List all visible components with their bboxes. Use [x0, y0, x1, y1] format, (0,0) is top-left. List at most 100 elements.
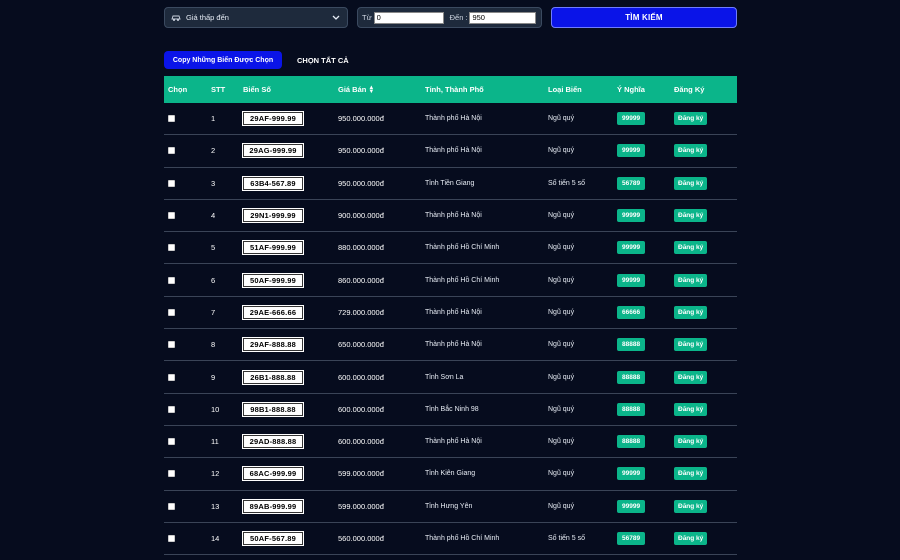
license-plate: 63B4-567.89 — [242, 175, 304, 191]
row-stt: 7 — [211, 307, 216, 317]
register-button[interactable]: Đăng ký — [674, 241, 708, 255]
row-checkbox[interactable] — [168, 244, 175, 252]
meaning-badge: 88888 — [617, 338, 646, 352]
row-type: Ngũ quý — [548, 244, 575, 252]
table-row: 7 29AE-666.66 729.000.000đ Thành phố Hà Nội… — [164, 297, 737, 330]
register-button[interactable]: Đăng ký — [674, 338, 708, 352]
row-select-cell — [164, 502, 211, 510]
register-button[interactable]: Đăng ký — [674, 435, 708, 449]
license-plate: 98B1-888.88 — [242, 401, 304, 417]
row-price: 860.000.000đ — [338, 275, 384, 285]
row-checkbox[interactable] — [168, 535, 175, 542]
license-plate: 29AE-666.66 — [242, 304, 304, 320]
register-button[interactable]: Đăng ký — [674, 305, 708, 319]
row-select-cell — [164, 535, 211, 542]
row-select-cell — [164, 373, 211, 381]
license-plate: 51AF-999.99 — [242, 240, 304, 256]
license-plate: 50AF-567.89 — [242, 531, 304, 546]
row-type: Ngũ quý — [548, 212, 575, 220]
header-register: Đăng Ký — [674, 85, 705, 94]
header-price[interactable]: Giá Bán ▲ ▼ — [338, 85, 425, 95]
register-button[interactable]: Đăng ký — [674, 467, 708, 481]
meaning-badge: 99999 — [617, 112, 646, 126]
table-header: Chọn STT Biển Số Giá Bán ▲ ▼ Tỉnh, Thành P… — [164, 76, 737, 103]
row-checkbox[interactable] — [168, 147, 175, 155]
row-plate-cell: 26B1-888.88 — [242, 369, 338, 385]
row-city: Tỉnh Tiền Giang — [425, 179, 475, 187]
row-plate-cell: 29AG-999.99 — [242, 143, 338, 159]
sort-select[interactable]: Giá thấp đến — [164, 7, 348, 28]
row-plate-cell: 29AE-666.66 — [242, 304, 338, 320]
row-price: 950.000.000đ — [338, 178, 384, 188]
row-select-cell — [164, 276, 211, 284]
license-plate: 50AF-999.99 — [242, 272, 304, 288]
row-checkbox[interactable] — [168, 438, 175, 446]
license-plate: 89AB-999.99 — [242, 498, 304, 514]
row-stt: 2 — [211, 146, 216, 156]
register-button[interactable]: Đăng ký — [674, 209, 708, 223]
row-register-cell: Đăng ký — [674, 112, 737, 126]
meaning-badge: 56789 — [617, 532, 646, 545]
register-button[interactable]: Đăng ký — [674, 273, 708, 287]
table-row: 12 68AC-999.99 599.000.000đ Tỉnh Kiên Giang… — [164, 458, 737, 491]
row-checkbox[interactable] — [168, 502, 175, 510]
table-row: 8 29AF-888.88 650.000.000đ Thành phố Hà Nội… — [164, 329, 737, 362]
sort-icon: ▲ ▼ — [368, 85, 375, 95]
row-plate-cell: 89AB-999.99 — [242, 498, 338, 514]
price-to-input[interactable] — [469, 11, 537, 24]
row-city: Thành phố Hồ Chí Minh — [425, 244, 500, 252]
meaning-badge: 88888 — [617, 435, 646, 449]
copy-selected-button[interactable]: Copy Những Biển Được Chọn — [164, 51, 282, 69]
row-checkbox[interactable] — [168, 341, 175, 349]
row-plate-cell: 51AF-999.99 — [242, 240, 338, 256]
register-button[interactable]: Đăng ký — [674, 176, 708, 190]
row-stt: 1 — [211, 114, 216, 124]
row-price: 600.000.000đ — [338, 372, 384, 382]
row-register-cell: Đăng ký — [674, 144, 737, 158]
register-button[interactable]: Đăng ký — [674, 499, 708, 513]
header-stt: STT — [211, 85, 226, 94]
row-checkbox[interactable] — [168, 179, 175, 187]
header-meaning: Ý Nghĩa — [617, 85, 645, 94]
row-type: Ngũ quý — [548, 276, 575, 284]
row-type: Ngũ quý — [548, 470, 575, 478]
row-checkbox[interactable] — [168, 405, 175, 413]
row-register-cell: Đăng ký — [674, 435, 737, 449]
header-type: Loại Biển — [548, 85, 582, 94]
row-checkbox[interactable] — [168, 470, 175, 478]
table-row: 10 98B1-888.88 600.000.000đ Tỉnh Bắc Ninh 9… — [164, 394, 737, 426]
search-button[interactable]: TÌM KIẾM — [551, 7, 737, 28]
price-from-input[interactable] — [373, 11, 444, 24]
row-checkbox[interactable] — [168, 212, 175, 220]
table-row: 13 89AB-999.99 599.000.000đ Tỉnh Hưng Yên Ng… — [164, 491, 737, 523]
license-plate: 29AF-888.88 — [242, 337, 304, 353]
row-stt: 12 — [211, 469, 220, 479]
register-button[interactable]: Đăng ký — [674, 144, 708, 158]
row-select-cell — [164, 115, 211, 123]
row-stt: 13 — [211, 501, 220, 511]
row-meaning-cell: 99999 — [617, 112, 674, 126]
register-button[interactable]: Đăng ký — [674, 370, 708, 384]
register-button[interactable]: Đăng ký — [674, 402, 708, 416]
row-price: 560.000.000đ — [338, 534, 384, 543]
chevron-down-icon — [331, 13, 341, 23]
license-plate: 29N1-999.99 — [242, 208, 304, 224]
row-city: Tỉnh Kiên Giang — [425, 470, 476, 478]
meaning-badge: 66666 — [617, 305, 646, 319]
row-city: Thành phố Hà Nội — [425, 212, 482, 220]
row-checkbox[interactable] — [168, 115, 175, 123]
table-row: 3 63B4-567.89 950.000.000đ Tỉnh Tiền Giang S… — [164, 168, 737, 200]
register-button[interactable]: Đăng ký — [674, 112, 708, 126]
row-plate-cell: 29AF-888.88 — [242, 337, 338, 353]
license-plate: 29AF-999.99 — [242, 111, 304, 127]
row-checkbox[interactable] — [168, 373, 175, 381]
row-city: Thành phố Hà Nội — [425, 115, 482, 123]
select-all-button[interactable]: CHỌN TẤT CẢ — [297, 51, 349, 69]
register-button[interactable]: Đăng ký — [674, 532, 708, 545]
row-checkbox[interactable] — [168, 276, 175, 284]
row-checkbox[interactable] — [168, 308, 175, 316]
row-type: Ngũ quý — [548, 438, 575, 446]
row-city: Thành phố Hồ Chí Minh — [425, 276, 500, 284]
row-select-cell — [164, 244, 211, 252]
meaning-badge: 99999 — [617, 209, 646, 223]
